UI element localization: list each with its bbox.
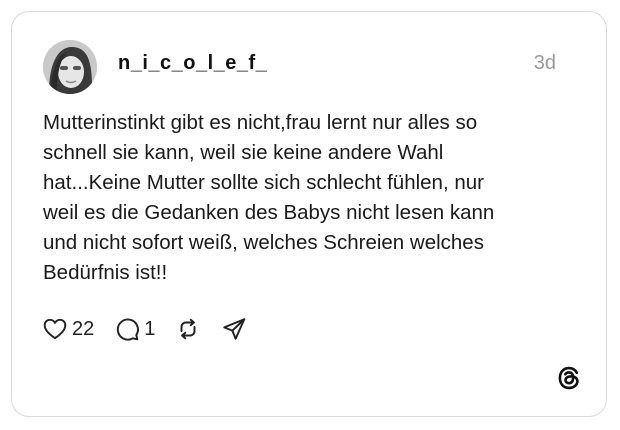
repost-icon: [180, 318, 196, 340]
post-text-line: Mutterinstinkt gibt es nicht,frau lernt …: [43, 111, 478, 134]
share-icon: [223, 318, 246, 340]
reply-button[interactable]: 1: [114, 316, 155, 342]
action-bar: 22 1: [42, 314, 267, 344]
heart-icon: [43, 318, 67, 340]
post-text: Mutterinstinkt gibt es nicht,frau lernt …: [43, 108, 563, 288]
avatar-image: [43, 40, 97, 94]
avatar[interactable]: [43, 40, 97, 94]
reply-count: 1: [144, 317, 156, 340]
like-count: 22: [72, 317, 95, 340]
like-button[interactable]: 22: [42, 316, 94, 342]
post-card: n_i_c_o_l_e_f_ 3d Mutterinstinkt gibt es…: [11, 11, 607, 417]
timestamp: 3d: [533, 52, 556, 74]
post-text-line: und nicht sofort weiß, welches Schreien …: [43, 231, 484, 254]
comment-icon: [117, 318, 140, 341]
post-text-line: schnell sie kann, weil sie keine andere …: [43, 141, 444, 164]
repost-button[interactable]: [175, 316, 201, 342]
post-text-line: weil es die Gedanken des Babys nicht les…: [43, 201, 495, 224]
post-text-line: Bedürfnis ist!!: [43, 261, 168, 284]
username[interactable]: n_i_c_o_l_e_f_: [118, 52, 267, 75]
threads-logo-icon[interactable]: [556, 365, 582, 391]
post-text-line: hat...Keine Mutter sollte sich schlecht …: [43, 171, 484, 194]
share-button[interactable]: [221, 316, 247, 342]
